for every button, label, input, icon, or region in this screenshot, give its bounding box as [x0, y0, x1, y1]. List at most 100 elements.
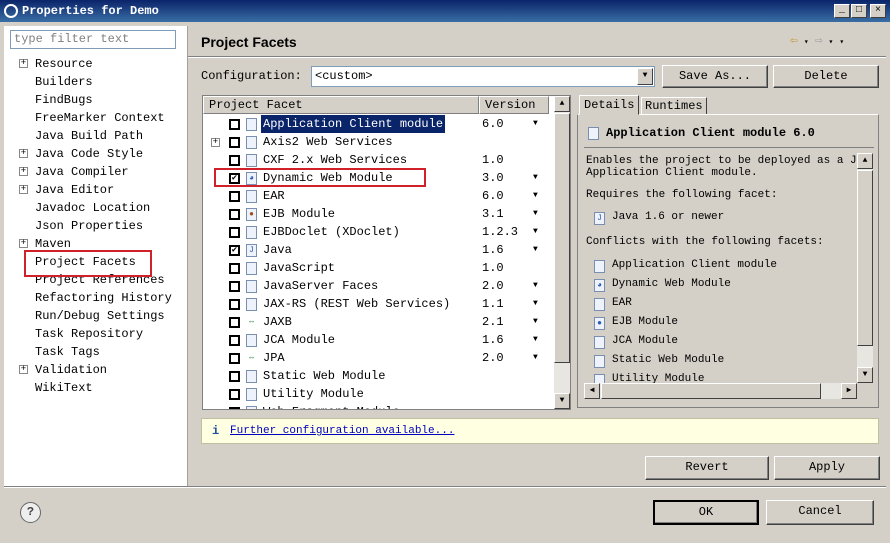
- scroll-thumb[interactable]: [554, 113, 570, 363]
- configuration-select[interactable]: <custom> ▼: [311, 66, 655, 87]
- facet-row[interactable]: Static Web Module: [203, 367, 553, 385]
- facet-row[interactable]: + Axis2 Web Services: [203, 133, 553, 151]
- facet-checkbox[interactable]: [229, 371, 240, 382]
- facet-checkbox[interactable]: [229, 299, 240, 310]
- tree-item[interactable]: FindBugs: [35, 91, 93, 109]
- facet-checkbox[interactable]: [229, 155, 240, 166]
- scroll-thumb[interactable]: [601, 383, 821, 399]
- facet-checkbox[interactable]: [229, 281, 240, 292]
- expand-icon[interactable]: +: [19, 185, 28, 194]
- tree-item[interactable]: Java Editor: [35, 181, 114, 199]
- scroll-left-icon[interactable]: ◀: [584, 383, 600, 399]
- delete-button[interactable]: Delete: [773, 65, 879, 88]
- expand-icon[interactable]: +: [19, 149, 28, 158]
- version-dropdown-icon[interactable]: ▼: [533, 331, 538, 349]
- forward-menu-icon[interactable]: ▾: [828, 38, 839, 47]
- tree-item[interactable]: Run/Debug Settings: [35, 307, 165, 325]
- revert-button[interactable]: Revert: [645, 456, 769, 480]
- chevron-down-icon[interactable]: ▼: [637, 68, 653, 85]
- facet-row[interactable]: ↔ JAXB 2.1 ▼: [203, 313, 553, 331]
- facet-row[interactable]: JCA Module 1.6 ▼: [203, 331, 553, 349]
- nav-arrows[interactable]: ⇦▾⇨▾▾: [790, 33, 850, 48]
- facet-checkbox[interactable]: [229, 191, 240, 202]
- scroll-down-icon[interactable]: ▼: [554, 393, 570, 409]
- version-dropdown-icon[interactable]: ▼: [533, 187, 538, 205]
- tab-runtimes[interactable]: Runtimes: [641, 97, 707, 115]
- tab-details[interactable]: Details: [579, 95, 639, 115]
- facet-row[interactable]: ✔ J Java 1.6 ▼: [203, 241, 553, 259]
- facet-checkbox[interactable]: [229, 407, 240, 409]
- scroll-up-icon[interactable]: ▲: [554, 96, 570, 112]
- facet-checkbox[interactable]: ✔: [229, 245, 240, 256]
- back-menu-icon[interactable]: ▾: [804, 38, 815, 47]
- expand-icon[interactable]: +: [19, 167, 28, 176]
- close-button[interactable]: ×: [870, 4, 886, 18]
- tree-item[interactable]: WikiText: [35, 379, 93, 397]
- scroll-up-icon[interactable]: ▲: [857, 153, 873, 169]
- filter-input[interactable]: type filter text: [10, 30, 176, 49]
- facet-row[interactable]: Application Client module 6.0 ▼: [203, 115, 553, 133]
- tree-item[interactable]: Builders: [35, 73, 93, 91]
- facet-checkbox[interactable]: [229, 353, 240, 364]
- facet-checkbox[interactable]: [229, 119, 240, 130]
- tree-item[interactable]: Java Compiler: [35, 163, 129, 181]
- maximize-button[interactable]: □: [851, 4, 867, 18]
- minimize-button[interactable]: _: [834, 4, 850, 18]
- facet-row[interactable]: Web Fragment Module: [203, 403, 553, 409]
- ok-button[interactable]: OK: [653, 500, 759, 525]
- column-header-facet[interactable]: Project Facet: [203, 96, 479, 114]
- facet-checkbox[interactable]: [229, 209, 240, 220]
- facet-checkbox[interactable]: [229, 317, 240, 328]
- facet-row[interactable]: ● EJB Module 3.1 ▼: [203, 205, 553, 223]
- facet-row[interactable]: EAR 6.0 ▼: [203, 187, 553, 205]
- facet-checkbox[interactable]: [229, 227, 240, 238]
- version-dropdown-icon[interactable]: ▼: [533, 223, 538, 241]
- scroll-thumb[interactable]: [857, 170, 873, 346]
- column-header-version[interactable]: Version: [479, 96, 549, 114]
- facet-checkbox[interactable]: [229, 335, 240, 346]
- cancel-button[interactable]: Cancel: [766, 500, 874, 525]
- tree-item[interactable]: Task Repository: [35, 325, 143, 343]
- version-dropdown-icon[interactable]: ▼: [533, 241, 538, 259]
- details-hscroll[interactable]: ◀ ▶: [584, 383, 857, 399]
- version-dropdown-icon[interactable]: ▼: [533, 205, 538, 223]
- save-as-button[interactable]: Save As...: [662, 65, 768, 88]
- facet-checkbox[interactable]: [229, 263, 240, 274]
- tree-item[interactable]: FreeMarker Context: [35, 109, 165, 127]
- facet-checkbox[interactable]: [229, 137, 240, 148]
- apply-button[interactable]: Apply: [774, 456, 880, 480]
- version-dropdown-icon[interactable]: ▼: [533, 349, 538, 367]
- version-dropdown-icon[interactable]: ▼: [533, 115, 538, 133]
- view-menu-icon[interactable]: ▾: [839, 38, 850, 47]
- tree-item[interactable]: Javadoc Location: [35, 199, 150, 217]
- facet-row[interactable]: JAX-RS (REST Web Services) 1.1 ▼: [203, 295, 553, 313]
- facet-checkbox[interactable]: [229, 389, 240, 400]
- facet-row[interactable]: JavaScript 1.0: [203, 259, 553, 277]
- forward-icon[interactable]: ⇨: [815, 33, 829, 48]
- back-icon[interactable]: ⇦: [790, 33, 804, 48]
- tree-item[interactable]: Validation: [35, 361, 107, 379]
- tree-item[interactable]: Json Properties: [35, 217, 143, 235]
- facet-row[interactable]: ↔ JPA 2.0 ▼: [203, 349, 553, 367]
- version-dropdown-icon[interactable]: ▼: [533, 313, 538, 331]
- help-icon[interactable]: ?: [20, 502, 41, 523]
- expand-icon[interactable]: +: [211, 138, 220, 147]
- facet-row[interactable]: CXF 2.x Web Services 1.0: [203, 151, 553, 169]
- scroll-right-icon[interactable]: ▶: [841, 383, 857, 399]
- version-dropdown-icon[interactable]: ▼: [533, 295, 538, 313]
- facet-row[interactable]: EJBDoclet (XDoclet) 1.2.3 ▼: [203, 223, 553, 241]
- expand-icon[interactable]: +: [19, 239, 28, 248]
- tree-item[interactable]: Java Code Style: [35, 145, 143, 163]
- expand-icon[interactable]: +: [19, 59, 28, 68]
- version-dropdown-icon[interactable]: ▼: [533, 169, 538, 187]
- tree-item[interactable]: Resource: [35, 55, 93, 73]
- facet-row[interactable]: JavaServer Faces 2.0 ▼: [203, 277, 553, 295]
- tree-item[interactable]: Java Build Path: [35, 127, 143, 145]
- tree-item[interactable]: Task Tags: [35, 343, 100, 361]
- expand-icon[interactable]: +: [19, 365, 28, 374]
- table-scrollbar[interactable]: ▲ ▼: [554, 96, 570, 409]
- details-vscroll[interactable]: ▲ ▼: [857, 153, 873, 383]
- further-config-link[interactable]: Further configuration available...: [230, 419, 454, 443]
- scroll-down-icon[interactable]: ▼: [857, 367, 873, 383]
- facet-row[interactable]: Utility Module: [203, 385, 553, 403]
